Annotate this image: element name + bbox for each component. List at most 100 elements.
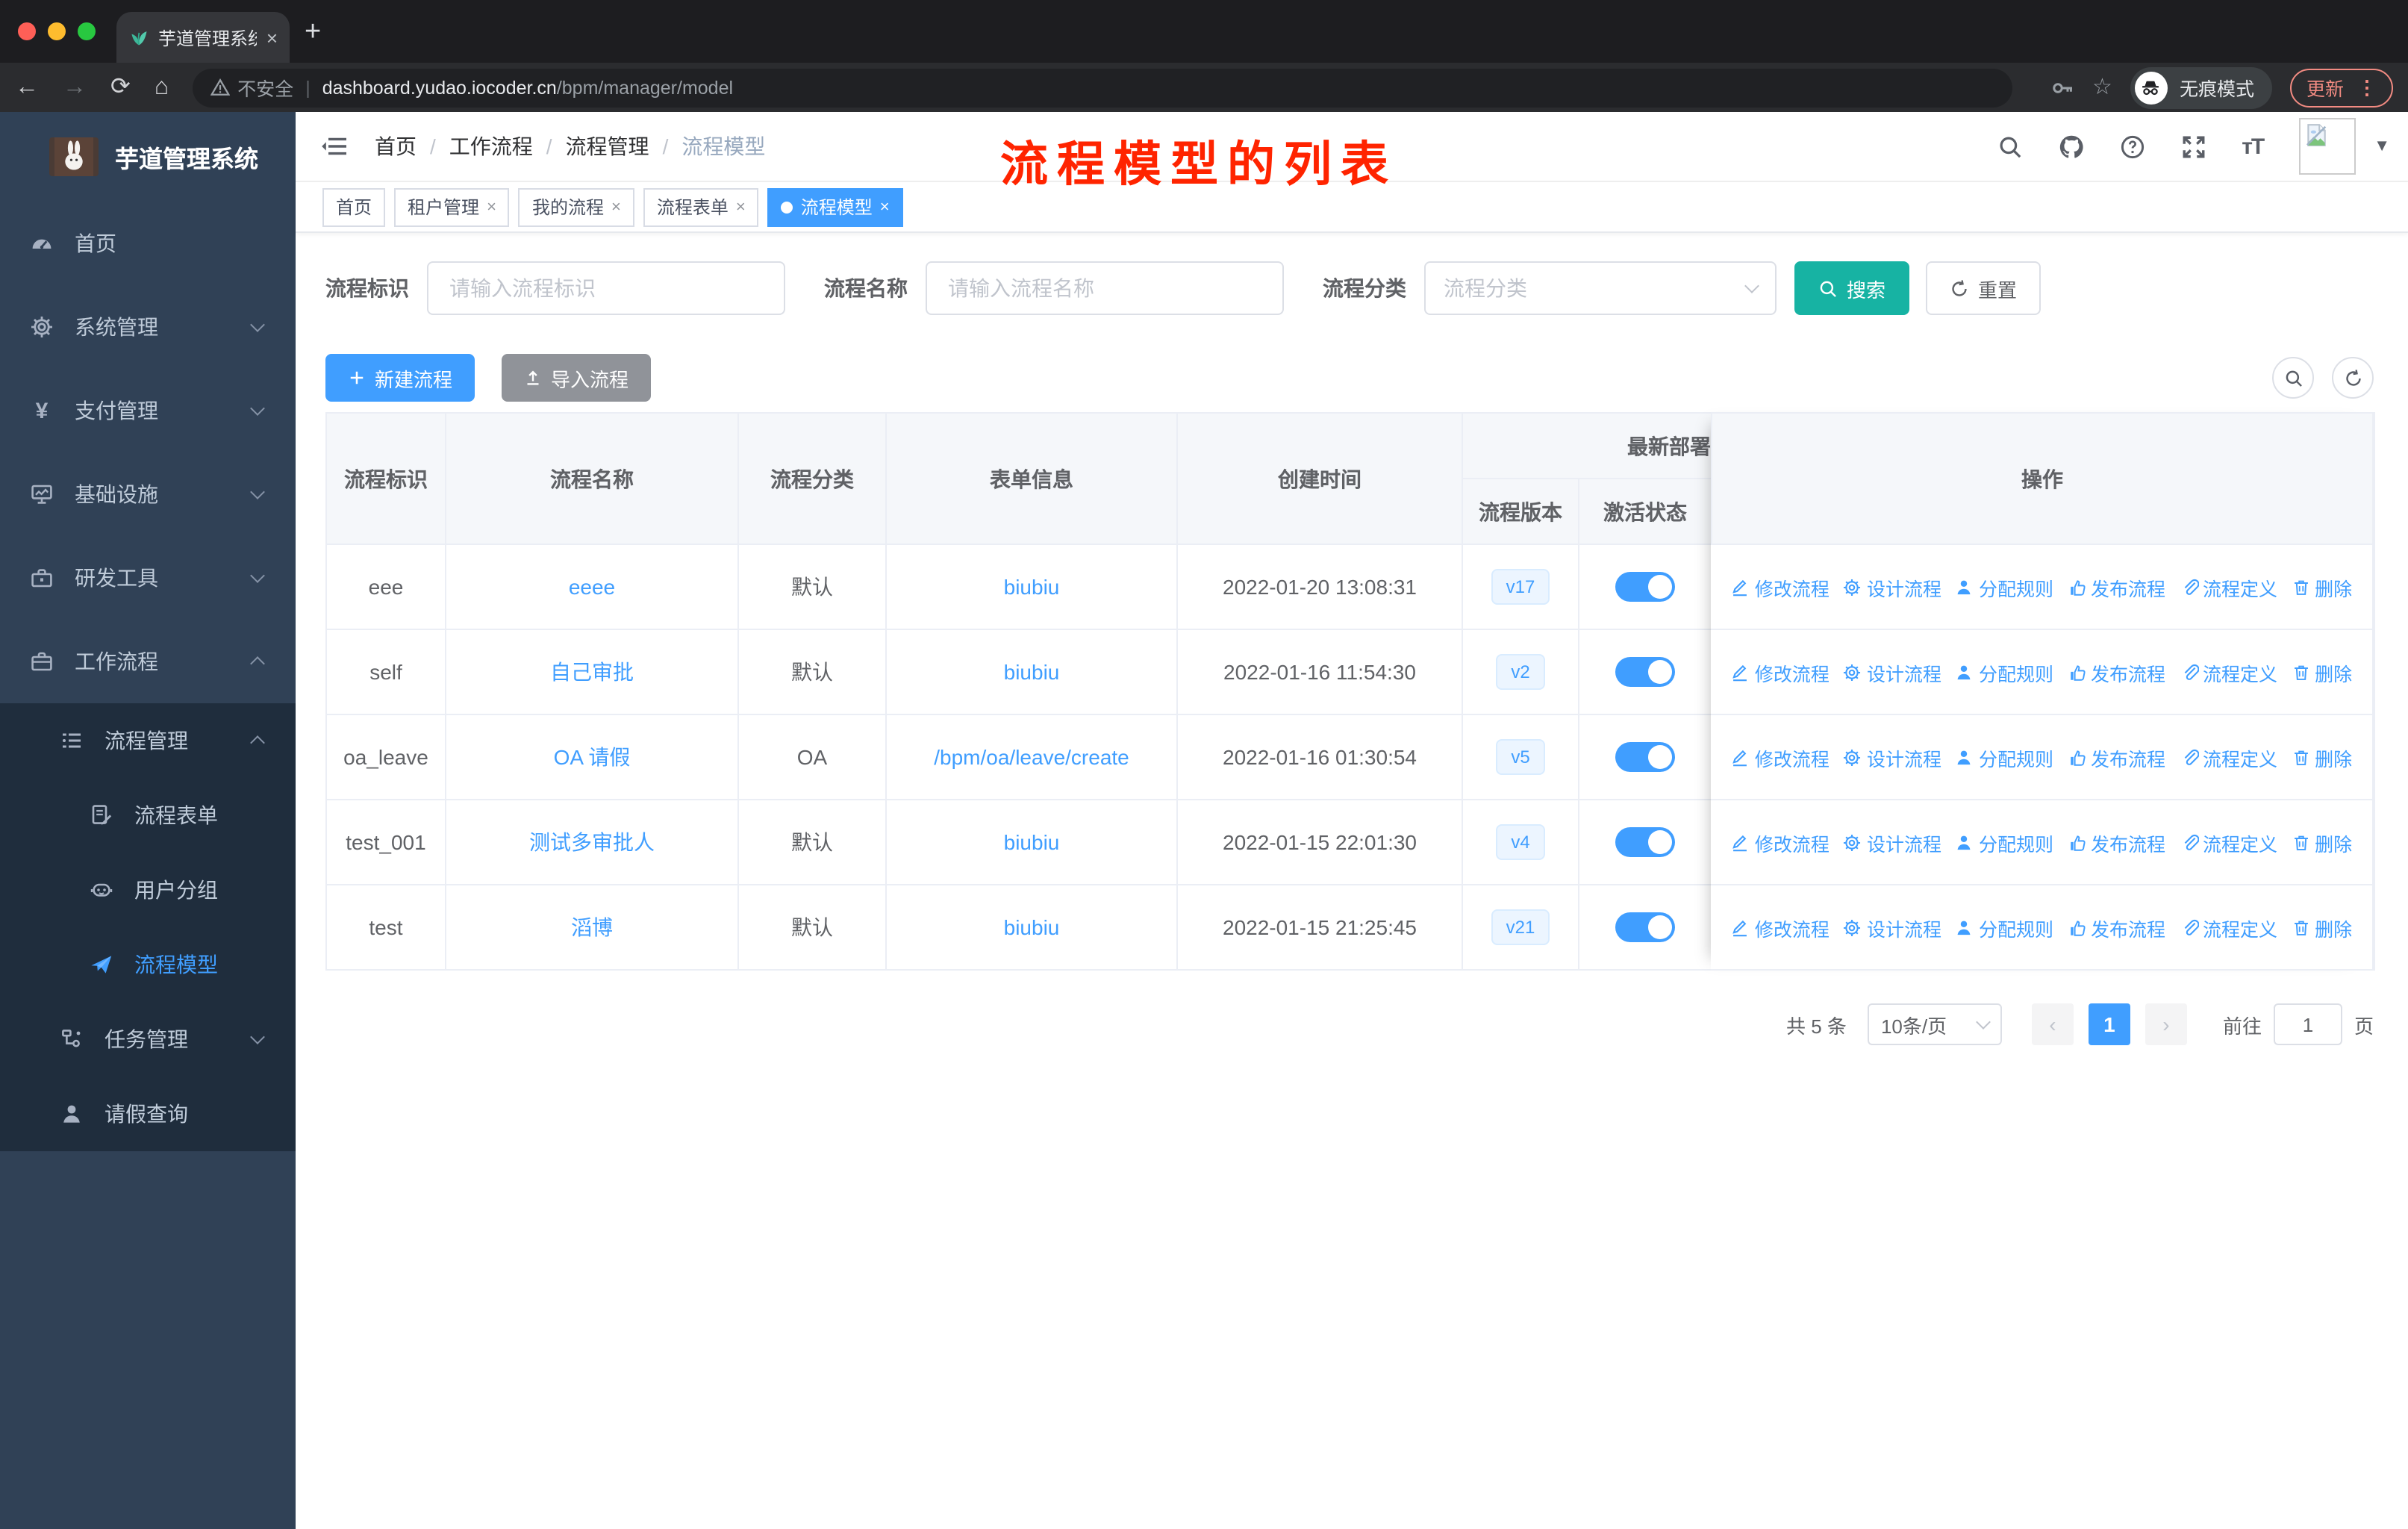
fullscreen-icon[interactable] [2180,134,2206,159]
tag-close-icon[interactable]: × [736,198,746,216]
action-trash[interactable]: 删除 [2291,913,2352,941]
help-icon[interactable] [2119,134,2145,159]
action-userfill[interactable]: 分配规则 [1955,828,2053,856]
address-bar[interactable]: 不安全 | dashboard.yudao.iocoder.cn/bpm/man… [193,68,2012,107]
action-gearline[interactable]: 设计流程 [1843,828,1941,856]
sidebar-item-leave-query[interactable]: 请假查询 [0,1077,296,1151]
home-icon[interactable]: ⌂ [155,75,169,99]
sidebar-item-workflow[interactable]: 工作流程 [0,620,296,703]
breadcrumb-workflow[interactable]: 工作流程 [449,131,533,161]
security-warning[interactable]: 不安全 [210,73,293,102]
action-pencil[interactable]: 修改流程 [1731,743,1830,771]
tag-close-icon[interactable]: × [880,198,890,216]
action-gearline[interactable]: 设计流程 [1843,743,1941,771]
create-process-button[interactable]: 新建流程 [325,354,475,402]
view-tag[interactable]: 流程表单 × [643,187,759,226]
prev-page-button[interactable]: ‹ [2031,1003,2074,1045]
sidebar-item-process-form[interactable]: 流程表单 [0,778,296,853]
zoom-window-button[interactable] [78,22,96,40]
form-info-link[interactable]: biubiu [1004,660,1060,684]
form-info-link[interactable]: biubiu [1004,830,1060,854]
toggle-search-button[interactable] [2272,357,2314,399]
sidebar-item-home[interactable]: 首页 [0,202,296,285]
action-thumb[interactable]: 发布流程 [2067,573,2165,601]
action-gearline[interactable]: 设计流程 [1843,573,1941,601]
action-pencil[interactable]: 修改流程 [1731,658,1830,686]
action-gearline[interactable]: 设计流程 [1843,658,1941,686]
action-userfill[interactable]: 分配规则 [1955,573,2053,601]
font-size-icon[interactable]: тT [2242,134,2265,159]
action-thumb[interactable]: 发布流程 [2067,828,2165,856]
view-tag[interactable]: 租户管理 × [394,187,510,226]
action-thumb[interactable]: 发布流程 [2067,913,2165,941]
hamburger-collapse-icon[interactable] [321,134,348,158]
category-select[interactable]: 流程分类 [1424,261,1777,315]
sidebar-item-task-manage[interactable]: 任务管理 [0,1002,296,1077]
browser-tab[interactable]: 芋道管理系统 × [116,12,290,63]
app-logo[interactable]: 芋道管理系统 [0,112,296,202]
active-toggle[interactable] [1615,827,1675,857]
tab-close-icon[interactable]: × [266,26,278,49]
action-pencil[interactable]: 修改流程 [1731,828,1830,856]
kebab-menu-icon[interactable]: ⋮ [2357,75,2377,99]
view-tag[interactable]: 我的流程 × [518,187,634,226]
minimize-window-button[interactable] [48,22,66,40]
version-badge[interactable]: v5 [1496,739,1545,775]
sidebar-item-system[interactable]: 系统管理 [0,285,296,369]
sidebar-item-infra[interactable]: 基础设施 [0,452,296,536]
reload-icon[interactable]: ⟳ [110,75,131,99]
github-icon[interactable] [2058,134,2083,159]
action-trash[interactable]: 删除 [2291,828,2352,856]
goto-page-input[interactable] [2273,1003,2342,1045]
active-toggle[interactable] [1615,912,1675,942]
action-thumb[interactable]: 发布流程 [2067,743,2165,771]
current-page-button[interactable]: 1 [2088,1003,2130,1045]
process-name-link[interactable]: 测试多审批人 [529,830,655,854]
breadcrumb-home[interactable]: 首页 [375,131,417,161]
action-clip[interactable]: 流程定义 [2179,658,2277,686]
process-name-link[interactable]: eeee [569,575,615,599]
action-userfill[interactable]: 分配规则 [1955,913,2053,941]
action-userfill[interactable]: 分配规则 [1955,658,2053,686]
avatar[interactable] [2299,118,2356,175]
page-size-select[interactable]: 10条/页 [1867,1003,2002,1045]
active-toggle[interactable] [1615,742,1675,772]
import-process-button[interactable]: 导入流程 [502,354,652,402]
action-trash[interactable]: 删除 [2291,743,2352,771]
view-tag[interactable]: 流程模型 × [767,187,903,226]
tag-close-icon[interactable]: × [611,198,621,216]
close-window-button[interactable] [18,22,36,40]
avatar-caret-icon[interactable]: ▼ [2374,137,2390,155]
action-pencil[interactable]: 修改流程 [1731,573,1830,601]
action-pencil[interactable]: 修改流程 [1731,913,1830,941]
back-icon[interactable]: ← [15,75,39,99]
tag-close-icon[interactable]: × [487,198,496,216]
sidebar-item-user-group[interactable]: 用户分组 [0,853,296,927]
reset-button[interactable]: 重置 [1926,261,2042,315]
forward-icon[interactable]: → [63,75,87,99]
active-toggle[interactable] [1615,572,1675,602]
form-info-link[interactable]: /bpm/oa/leave/create [934,745,1129,769]
view-tag[interactable]: 首页 [322,187,386,226]
sidebar-item-process-manage[interactable]: 流程管理 [0,703,296,778]
action-userfill[interactable]: 分配规则 [1955,743,2053,771]
process-name-input[interactable] [926,261,1284,315]
action-clip[interactable]: 流程定义 [2179,743,2277,771]
action-trash[interactable]: 删除 [2291,573,2352,601]
star-icon[interactable]: ☆ [2092,76,2112,99]
process-name-link[interactable]: OA 请假 [554,745,631,769]
active-toggle[interactable] [1615,657,1675,687]
sidebar-item-devtool[interactable]: 研发工具 [0,536,296,620]
process-name-link[interactable]: 自己审批 [550,660,634,684]
action-clip[interactable]: 流程定义 [2179,573,2277,601]
key-icon[interactable] [2050,75,2074,99]
refresh-table-button[interactable] [2332,357,2374,399]
search-button[interactable]: 搜索 [1794,261,1910,315]
action-clip[interactable]: 流程定义 [2179,913,2277,941]
update-button[interactable]: 更新 ⋮ [2289,68,2393,107]
process-key-input[interactable] [427,261,785,315]
new-tab-button[interactable]: + [305,17,321,46]
breadcrumb-process-manage[interactable]: 流程管理 [566,131,649,161]
process-name-link[interactable]: 滔博 [571,915,613,939]
next-page-button[interactable]: › [2145,1003,2187,1045]
